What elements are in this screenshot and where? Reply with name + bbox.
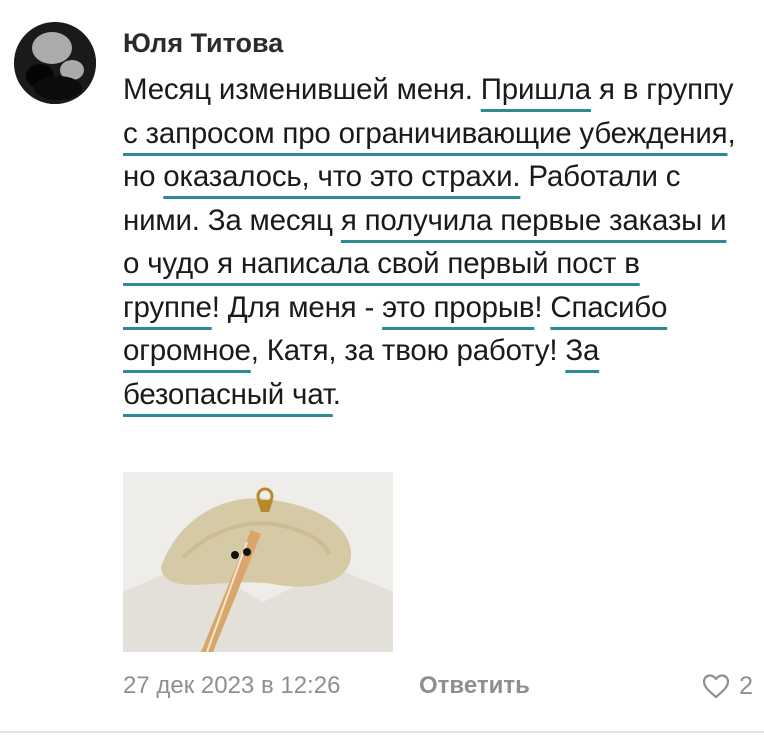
heart-outline-icon (702, 674, 730, 699)
comment-date[interactable]: 27 дек 2023 в 12:26 (123, 672, 340, 700)
avatar[interactable] (14, 22, 96, 104)
text-segment: , Катя, за твою работу! (250, 334, 566, 367)
reply-button[interactable]: Ответить (419, 672, 530, 700)
comment-footer: 27 дек 2023 в 12:26 Ответить 2 (123, 668, 753, 704)
like-button[interactable]: 2 (701, 668, 753, 704)
text-segment: . (332, 377, 341, 411)
text-segment: я в группу (590, 73, 734, 106)
text-segment: ! (534, 290, 551, 324)
comment-text: Месяц изменившей меня. Пришла я в группу… (123, 68, 743, 416)
author-name[interactable]: Юля Титова (123, 28, 283, 59)
divider (0, 731, 764, 733)
text-segment: ! Для меня - (211, 290, 383, 324)
highlighted-phrase: это прорыв (382, 290, 535, 324)
like-count: 2 (739, 671, 753, 700)
text-segment: Месяц изменившей меня. (123, 73, 481, 106)
highlighted-phrase: Пришла (480, 73, 591, 106)
highlighted-phrase: оказалось, что это страхи. (163, 160, 521, 193)
avatar-photo (14, 22, 96, 104)
photo-illustration (123, 472, 393, 652)
attached-photo[interactable] (123, 472, 393, 652)
highlighted-phrase: с запросом про ограничивающие убеждения (123, 116, 728, 150)
